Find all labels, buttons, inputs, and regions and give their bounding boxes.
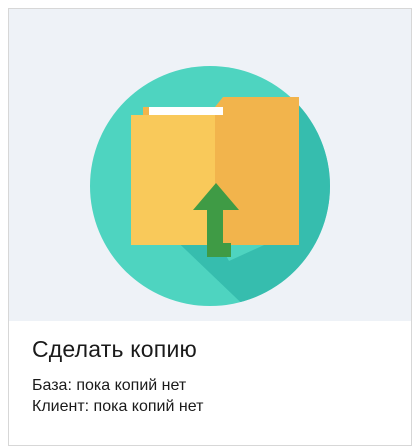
folder-front: [131, 115, 215, 245]
card-title: Сделать копию: [32, 336, 197, 362]
folder-upload-icon: [90, 66, 330, 306]
backup-illustration: [9, 9, 411, 321]
client-status: Клиент: пока копий нет: [32, 398, 204, 415]
backup-card[interactable]: Сделать копию База: пока копий нет Клиен…: [8, 8, 412, 446]
base-status: База: пока копий нет: [32, 377, 187, 394]
paper-sheet: [149, 107, 223, 115]
